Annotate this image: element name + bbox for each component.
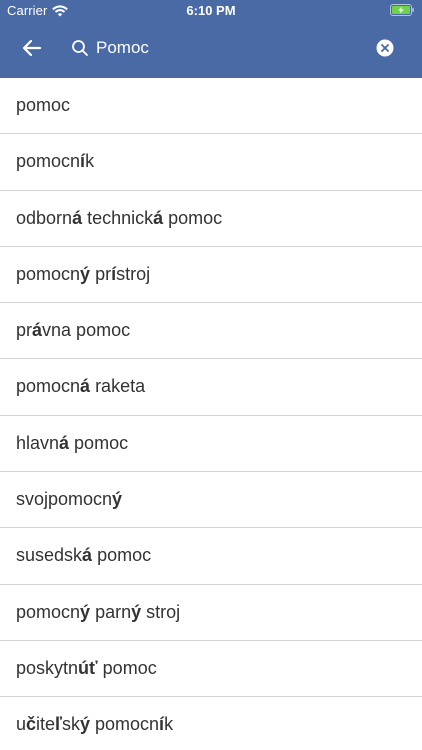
clear-icon[interactable]: [376, 39, 394, 57]
result-text: u: [16, 714, 27, 735]
result-text: pomocn: [16, 376, 81, 397]
result-text: pr: [90, 263, 112, 284]
results-list: pomoc pomocník odborná technická pomoc pomo…: [0, 78, 422, 750]
result-text: ite: [36, 714, 56, 735]
result-text: parn: [90, 601, 132, 622]
result-item[interactable]: poskytnúť pomoc: [0, 641, 422, 698]
search-input[interactable]: [96, 34, 356, 62]
result-text: poskytn: [16, 657, 79, 678]
highlight-text: ľ: [55, 714, 62, 735]
highlight-text: á: [153, 207, 164, 228]
status-bar: Carrier 6:10 PM: [0, 0, 422, 22]
search-icon: [72, 40, 88, 56]
highlight-text: ý: [79, 714, 90, 735]
result-text: susedsk: [16, 545, 83, 566]
result-text: hlavn: [16, 432, 60, 453]
highlight-text: č: [26, 714, 37, 735]
search-bar: [0, 28, 422, 68]
result-item[interactable]: susedská pomoc: [0, 528, 422, 585]
result-item[interactable]: odborná technická pomoc: [0, 191, 422, 247]
result-item[interactable]: pomocný parný stroj: [0, 585, 422, 641]
result-item[interactable]: svojpomocný: [0, 472, 422, 529]
highlight-text: á: [80, 376, 91, 397]
result-item[interactable]: pomoc: [0, 78, 422, 135]
highlight-text: á: [72, 207, 83, 228]
result-text: vna pomoc: [42, 320, 131, 341]
highlight-text: á: [82, 545, 93, 566]
result-item[interactable]: učiteľský pomocník: [0, 697, 422, 750]
result-text: stroj: [141, 601, 181, 622]
result-text: pomocn: [16, 151, 81, 172]
result-text: odborn: [16, 207, 73, 228]
highlight-text: úť: [78, 657, 98, 678]
highlight-text: ý: [112, 489, 123, 510]
result-text: pomoc: [163, 207, 223, 228]
highlight-text: ý: [131, 601, 142, 622]
result-item[interactable]: pomocná raketa: [0, 359, 422, 416]
result-text: pomoc: [16, 95, 71, 115]
result-item[interactable]: pomocný prístroj: [0, 247, 422, 304]
battery-charging-icon: [390, 4, 414, 16]
result-text: pomocn: [16, 601, 81, 622]
result-item[interactable]: pomocník: [0, 134, 422, 191]
result-text: pomocn: [90, 714, 160, 735]
highlight-text: á: [59, 432, 70, 453]
result-text: svojpomocn: [16, 489, 113, 510]
result-item[interactable]: právna pomoc: [0, 303, 422, 360]
result-text: sk: [61, 714, 80, 735]
status-time: 6:10 PM: [186, 3, 236, 18]
app-header: Carrier 6:10 PM: [0, 0, 422, 78]
result-text: pomocn: [16, 263, 81, 284]
result-text: k: [164, 714, 174, 735]
result-text: technick: [82, 207, 154, 228]
result-text: pomoc: [92, 545, 152, 566]
result-item[interactable]: hlavná pomoc: [0, 416, 422, 473]
highlight-text: ý: [80, 263, 91, 284]
highlight-text: ý: [80, 601, 91, 622]
highlight-text: á: [32, 320, 43, 341]
result-text: stroj: [116, 263, 151, 284]
result-text: pomoc: [97, 657, 157, 678]
result-text: k: [85, 151, 95, 172]
arrow-left-icon[interactable]: [20, 36, 44, 60]
result-text: pomoc: [69, 432, 129, 453]
result-text: pr: [16, 320, 33, 341]
result-text: raketa: [90, 376, 146, 397]
